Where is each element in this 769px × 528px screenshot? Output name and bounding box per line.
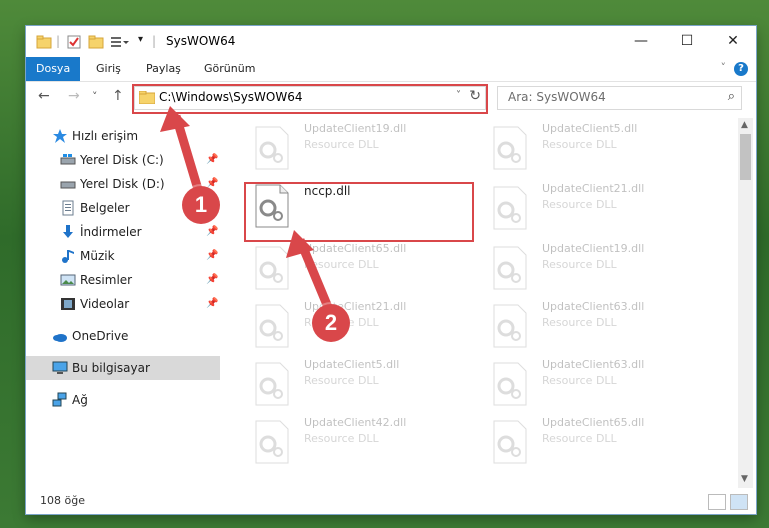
step-1-badge: 1 [182, 186, 220, 224]
arrow-head-1-icon [160, 106, 190, 132]
step-2-badge: 2 [312, 304, 350, 342]
annotation-arrows [160, 106, 335, 314]
